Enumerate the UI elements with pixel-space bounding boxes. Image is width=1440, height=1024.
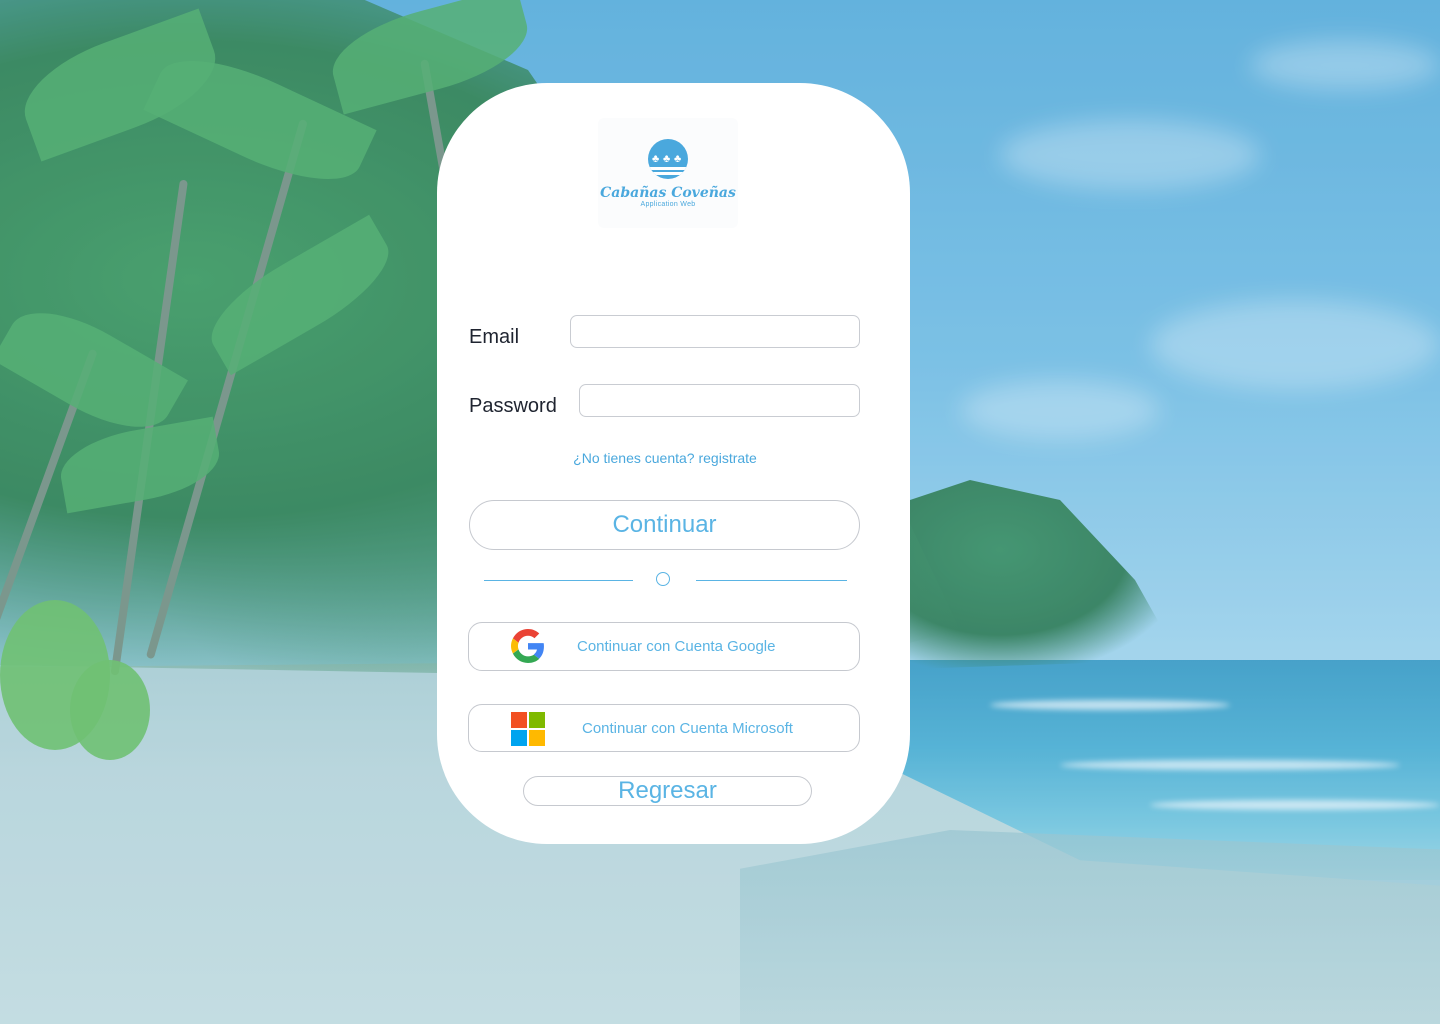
back-button[interactable]: Regresar (523, 776, 812, 806)
circle-icon (656, 572, 670, 586)
email-field[interactable] (570, 315, 860, 348)
microsoft-icon (511, 712, 545, 746)
palm-tree-icon: ♣ (663, 153, 671, 165)
divider-line-right (696, 580, 847, 581)
email-label: Email (469, 326, 520, 348)
ms-square-green (529, 712, 545, 728)
palm-tree-icon: ♣ (674, 153, 682, 165)
wave-line (648, 167, 688, 170)
divider-line-left (484, 580, 633, 581)
google-signin-button[interactable]: Continuar con Cuenta Google (468, 622, 860, 671)
brand-subtitle: Application Web (640, 201, 696, 208)
password-field[interactable] (579, 384, 860, 417)
google-icon (511, 629, 544, 663)
microsoft-signin-button[interactable]: Continuar con Cuenta Microsoft (468, 704, 860, 752)
brand-name: Cabañas Coveñas (600, 185, 736, 201)
continue-button[interactable]: Continuar (469, 500, 860, 550)
ms-square-red (511, 712, 527, 728)
ms-square-yellow (529, 730, 545, 746)
google-signin-label: Continuar con Cuenta Google (577, 638, 776, 655)
logo-emblem-icon: ♣ ♣ ♣ (648, 139, 688, 179)
microsoft-signin-label: Continuar con Cuenta Microsoft (582, 719, 793, 737)
register-link[interactable]: ¿No tienes cuenta? registrate (470, 450, 860, 466)
ms-square-blue (511, 730, 527, 746)
palm-tree-icon: ♣ (652, 153, 660, 165)
password-label: Password (469, 395, 557, 417)
wave-line (648, 172, 688, 175)
